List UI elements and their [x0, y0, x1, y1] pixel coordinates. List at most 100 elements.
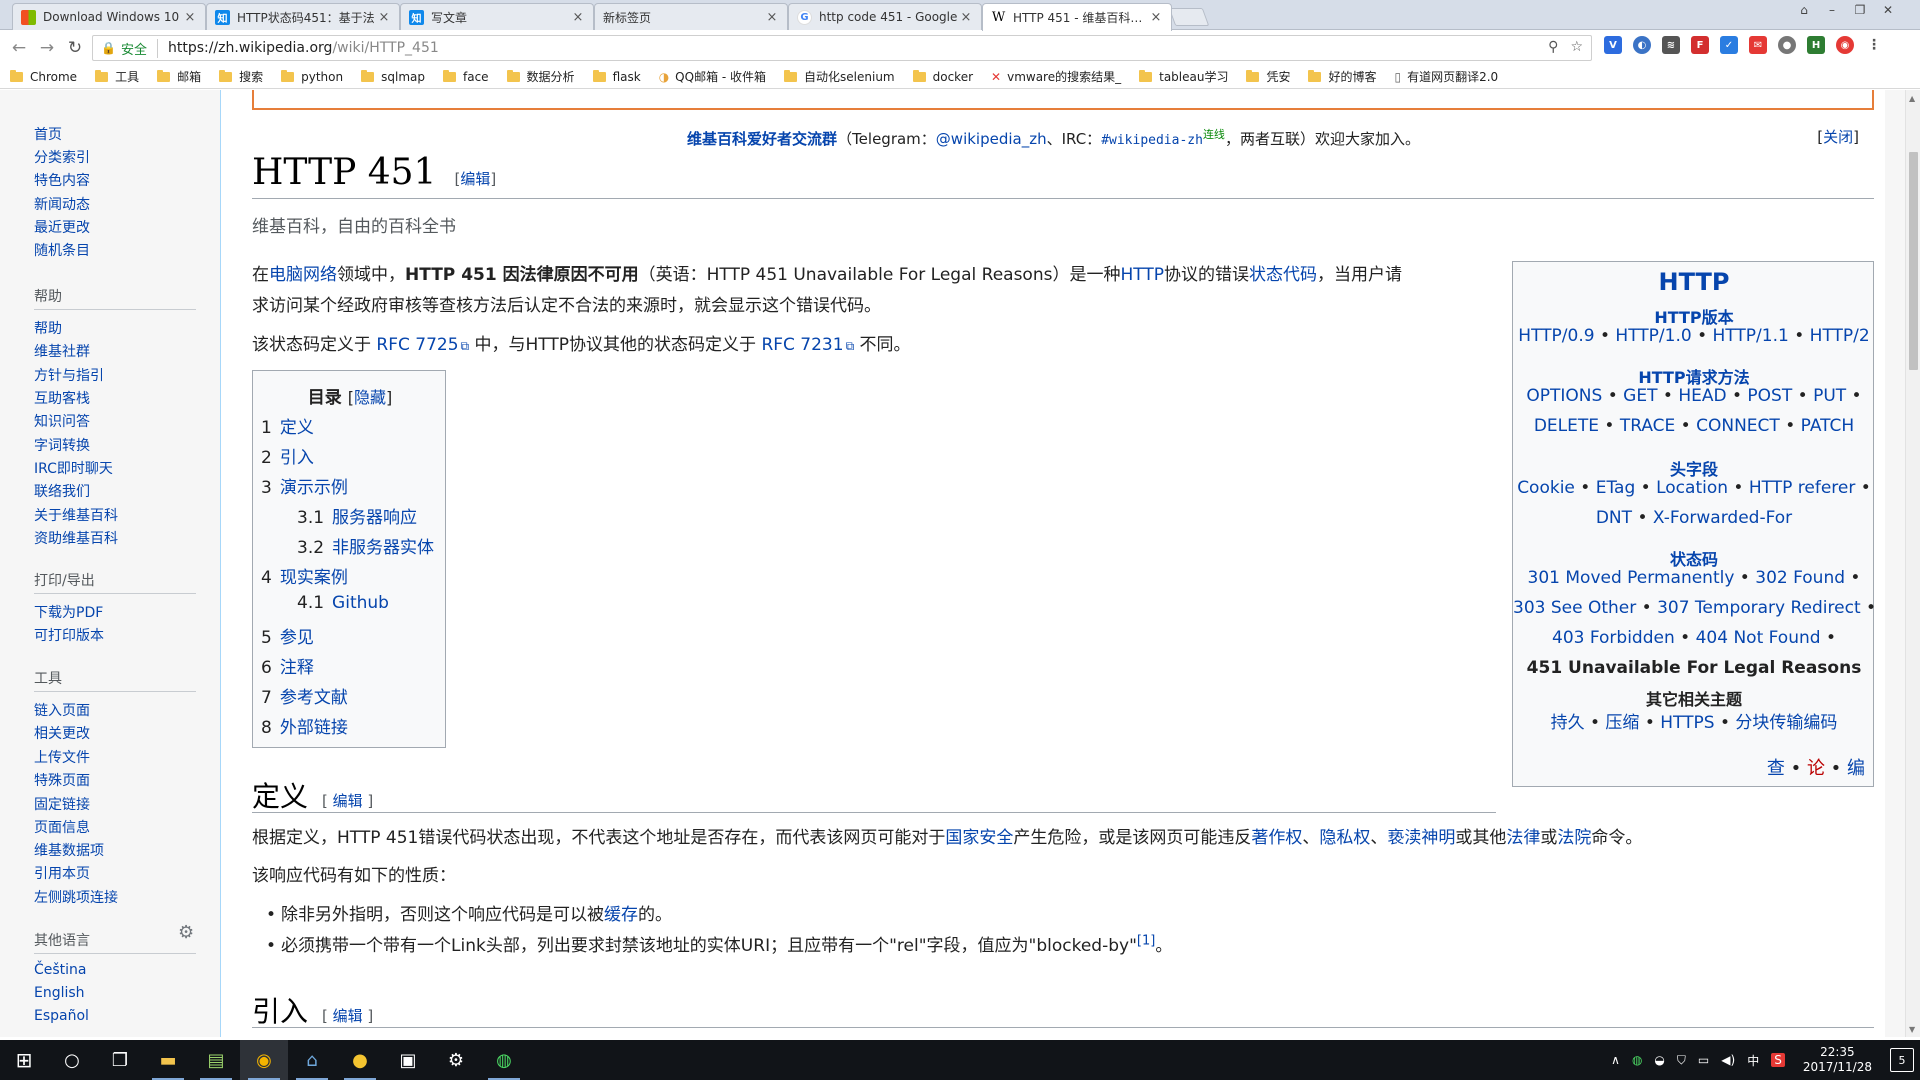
sidebar-link[interactable]: 新闻动态 — [34, 194, 90, 214]
browser-tab[interactable]: 新标签页 × — [594, 3, 788, 30]
edit-section-link[interactable]: 编辑 — [333, 1007, 363, 1025]
sidebar-link[interactable]: 关于维基百科 — [34, 505, 118, 525]
sidebar-link[interactable]: 方针与指引 — [34, 365, 104, 385]
navbox-edit-link[interactable]: 编 — [1847, 758, 1865, 779]
link-privacy[interactable]: 隐私权 — [1319, 828, 1370, 848]
bookmark-item[interactable]: 工具 — [95, 68, 139, 85]
star-icon[interactable]: ☆ — [1570, 39, 1583, 55]
zoom-icon[interactable]: ⚲ — [1548, 39, 1558, 55]
wechat-tray-icon[interactable]: ◍ — [1632, 1053, 1642, 1067]
sidebar-link[interactable]: 字词转换 — [34, 435, 90, 455]
navbox-link[interactable]: Location — [1656, 478, 1728, 498]
ime-indicator[interactable]: 中 — [1747, 1052, 1759, 1069]
sidebar-link[interactable]: 分类索引 — [34, 147, 90, 167]
navbox-link[interactable]: HTTP/2 — [1810, 326, 1870, 346]
navbox-heading[interactable]: 头字段 — [1513, 456, 1875, 480]
browser-tab[interactable]: 知 HTTP状态码451：基于法 × — [206, 3, 400, 30]
navbox-link[interactable]: 持久 — [1551, 713, 1585, 733]
toc-item[interactable]: 6 注释 — [261, 653, 314, 678]
link-national-security[interactable]: 国家安全 — [945, 828, 1013, 848]
toc-item[interactable]: 4.1 Github — [297, 593, 389, 613]
bookmark-item[interactable]: ▯ 有道网页翻译2.0 — [1395, 68, 1499, 85]
sidebar-link-language[interactable]: Čeština — [34, 962, 87, 978]
link-cache[interactable]: 缓存 — [604, 905, 638, 925]
sidebar-link[interactable]: 上传文件 — [34, 747, 90, 767]
close-icon[interactable]: × — [571, 10, 585, 25]
lock-icon[interactable]: 🔒 — [101, 41, 116, 55]
chevron-up-icon[interactable]: ∧ — [1611, 1053, 1620, 1067]
toc-hide-toggle[interactable]: 隐藏 — [354, 388, 386, 407]
app-ball-icon[interactable]: ● — [336, 1040, 384, 1080]
navbox-link[interactable]: OPTIONS — [1526, 386, 1602, 406]
sidebar-link[interactable]: 互助客栈 — [34, 388, 90, 408]
sidebar-link[interactable]: 可打印版本 — [34, 625, 104, 645]
link-court[interactable]: 法院 — [1557, 828, 1591, 848]
page-scrollbar[interactable]: ▲ ▼ — [1905, 90, 1920, 1037]
community-group-link[interactable]: 维基百科爱好者交流群 — [687, 130, 837, 148]
scrollbar-thumb[interactable] — [1909, 152, 1918, 370]
navbox-link[interactable]: HTTP/0.9 — [1518, 326, 1594, 346]
link-law[interactable]: 法律 — [1506, 828, 1540, 848]
network-app-icon[interactable]: ⌂ — [288, 1040, 336, 1080]
store-icon[interactable]: ▣ — [384, 1040, 432, 1080]
close-icon[interactable]: × — [1149, 10, 1163, 25]
navbox-link[interactable]: TRACE — [1620, 416, 1675, 436]
notepad-icon[interactable]: ▤ — [192, 1040, 240, 1080]
bookmark-item[interactable]: ✕ vmware的搜索结果_ — [991, 68, 1121, 85]
link-computer-network[interactable]: 电脑网络 — [269, 265, 337, 285]
sidebar-link[interactable]: 随机条目 — [34, 240, 90, 260]
bookmark-item[interactable]: tableau学习 — [1139, 68, 1228, 85]
bookmark-item[interactable]: 好的博客 — [1308, 68, 1377, 85]
link-copyright[interactable]: 著作权 — [1251, 828, 1302, 848]
browser-tab[interactable]: G http code 451 - Google × — [788, 3, 982, 30]
menu-icon[interactable]: ⋮ — [1865, 36, 1883, 54]
extension-h-icon[interactable]: H — [1807, 36, 1825, 54]
irc-connect-link[interactable]: 连线 — [1203, 128, 1225, 141]
close-icon[interactable]: × — [377, 10, 391, 25]
sidebar-link-language[interactable]: Español — [34, 1008, 89, 1024]
toc-item[interactable]: 2 引入 — [261, 443, 314, 468]
sidebar-link[interactable]: 资助维基百科 — [34, 528, 118, 548]
bookmark-item[interactable]: 凭安 — [1246, 68, 1290, 85]
task-view-icon[interactable]: ❐ — [96, 1040, 144, 1080]
wechat-icon[interactable]: ◍ — [480, 1040, 528, 1080]
navbox-link[interactable]: DELETE — [1534, 416, 1599, 436]
sidebar-link[interactable]: 链入页面 — [34, 700, 90, 720]
sidebar-link[interactable]: 首页 — [34, 124, 62, 144]
extension-chart-icon[interactable]: ≋ — [1662, 36, 1680, 54]
sidebar-link[interactable]: 左侧跳项连接 — [34, 887, 118, 907]
sidebar-link[interactable]: 特色内容 — [34, 170, 90, 190]
browser-tab-active[interactable]: W HTTP 451 - 维基百科，自由 × — [982, 3, 1172, 31]
navbox-heading[interactable]: HTTP请求方法 — [1513, 364, 1875, 388]
bookmark-item[interactable]: face — [442, 69, 489, 84]
file-explorer-icon[interactable]: ▬ — [144, 1040, 192, 1080]
sidebar-link[interactable]: 维基社群 — [34, 341, 90, 361]
start-button[interactable]: ⊞ — [0, 1040, 48, 1080]
bookmark-item[interactable]: Chrome — [10, 69, 77, 84]
close-window-icon[interactable]: ✕ — [1874, 0, 1902, 20]
clock[interactable]: 22:35 2017/11/28 — [1803, 1045, 1872, 1075]
navbox-link[interactable]: PATCH — [1801, 416, 1855, 436]
navbox-link[interactable]: 403 Forbidden — [1552, 628, 1675, 648]
navbox-link[interactable]: HTTP/1.1 — [1713, 326, 1789, 346]
minimize-icon[interactable]: – — [1818, 0, 1846, 20]
navbox-view-link[interactable]: 查 — [1767, 758, 1785, 779]
extension-red-icon[interactable]: ✉ — [1749, 36, 1767, 54]
back-icon[interactable]: ← — [6, 35, 32, 61]
link-http[interactable]: HTTP — [1120, 265, 1164, 285]
navbox-link[interactable]: CONNECT — [1696, 416, 1780, 436]
sidebar-link[interactable]: 最近更改 — [34, 217, 90, 237]
scroll-down-icon[interactable]: ▼ — [1909, 1025, 1915, 1034]
close-icon[interactable]: × — [183, 10, 197, 25]
gear-icon[interactable]: ⚙ — [178, 922, 194, 943]
search-icon[interactable]: ○ — [48, 1040, 96, 1080]
sidebar-link[interactable]: 页面信息 — [34, 817, 90, 837]
edit-link[interactable]: 编辑 — [460, 170, 490, 188]
navbox-title[interactable]: HTTP — [1513, 268, 1875, 296]
telegram-link[interactable]: @wikipedia_zh — [936, 130, 1047, 148]
navbox-link[interactable]: 分块传输编码 — [1735, 713, 1837, 733]
sidebar-link[interactable]: 下载为PDF — [34, 602, 103, 622]
sidebar-link[interactable]: 特殊页面 — [34, 770, 90, 790]
navbox-link[interactable]: PUT — [1813, 386, 1846, 406]
bookmark-item[interactable]: sqlmap — [361, 69, 425, 84]
